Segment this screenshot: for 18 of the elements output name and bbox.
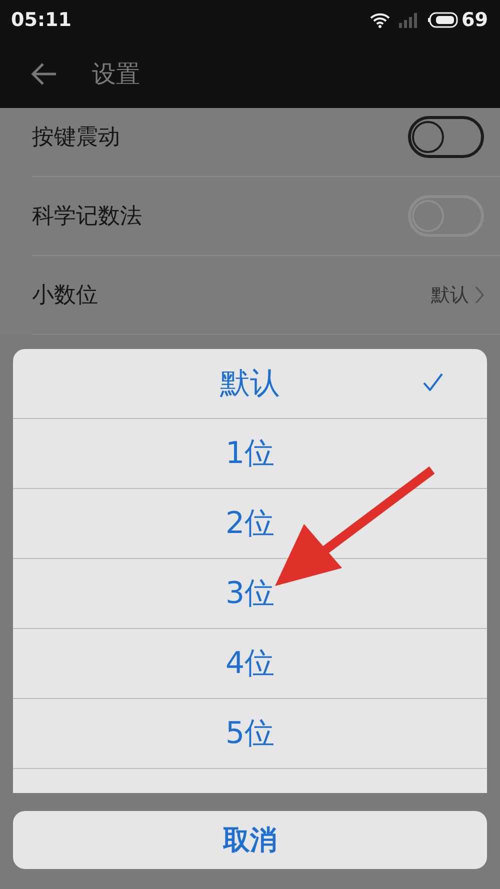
screen-title: 设置 xyxy=(92,59,140,90)
option-item[interactable]: 默认 xyxy=(13,349,487,419)
toggle-switch[interactable] xyxy=(408,116,484,158)
option-item[interactable]: 1位 xyxy=(13,419,487,489)
status-time: 05:11 xyxy=(11,9,72,31)
setting-label: 科学记数法 xyxy=(32,203,143,231)
setting-label: 按键震动 xyxy=(32,124,121,152)
battery-level: 69 xyxy=(462,9,488,31)
option-item[interactable]: 5位 xyxy=(13,699,487,769)
setting-label: 小数位 xyxy=(32,282,99,310)
battery-icon xyxy=(428,12,458,28)
back-icon[interactable] xyxy=(30,62,58,86)
wifi-icon xyxy=(370,12,390,28)
setting-value: 默认 xyxy=(431,283,469,308)
option-item[interactable]: 4位 xyxy=(13,629,487,699)
chevron-icon xyxy=(475,286,484,304)
signal-icon xyxy=(398,12,420,28)
cancel-button[interactable]: 取消 xyxy=(13,811,487,869)
